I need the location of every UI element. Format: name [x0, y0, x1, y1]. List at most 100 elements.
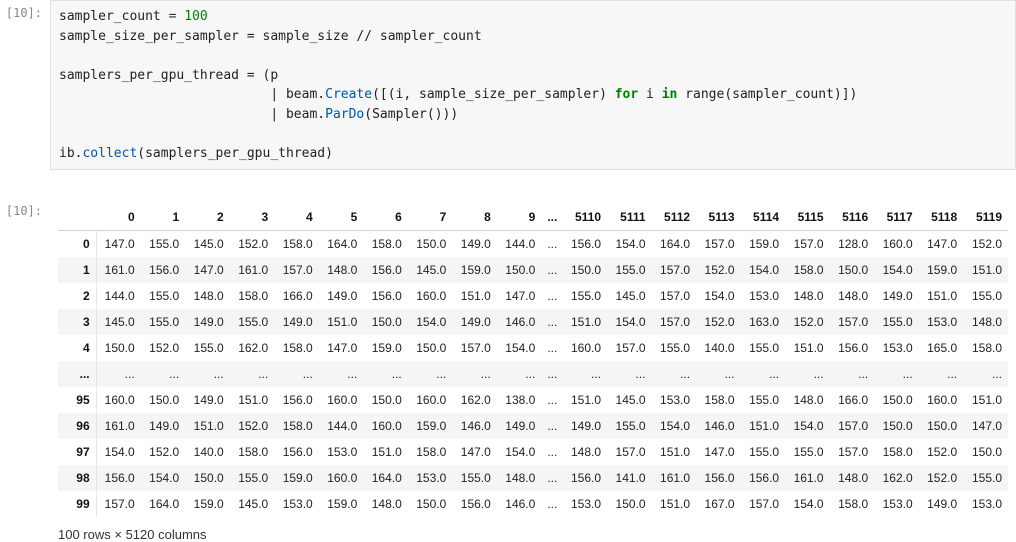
row-index: 2: [58, 283, 96, 309]
cell-value: 155.0: [741, 335, 786, 361]
cell-value: 155.0: [963, 465, 1008, 491]
cell-value: 151.0: [452, 283, 497, 309]
cell-value: 155.0: [452, 465, 497, 491]
cell-value: 153.0: [408, 465, 453, 491]
cell-value: 148.0: [830, 283, 875, 309]
cell-value: 160.0: [919, 387, 964, 413]
cell-value: 147.0: [696, 439, 741, 465]
table-row: 2144.0155.0148.0158.0166.0149.0156.0160.…: [58, 283, 1008, 309]
cell-value: 150.0: [563, 257, 608, 283]
cell-value: 150.0: [497, 257, 542, 283]
cell-ellipsis: ...: [696, 361, 741, 387]
cell-value: 159.0: [408, 413, 453, 439]
cell-value: 151.0: [741, 413, 786, 439]
cell-value: 158.0: [363, 231, 408, 258]
cell-value: 163.0: [741, 309, 786, 335]
cell-value: 157.0: [652, 257, 697, 283]
col-header: 5115: [785, 204, 830, 231]
cell-ellipsis: ...: [408, 361, 453, 387]
cell-value: 159.0: [452, 257, 497, 283]
cell-value: 152.0: [785, 309, 830, 335]
cell-value: 159.0: [319, 491, 364, 517]
cell-value: 157.0: [607, 439, 652, 465]
cell-value: 160.0: [363, 413, 408, 439]
table-row: 96161.0149.0151.0152.0158.0144.0160.0159…: [58, 413, 1008, 439]
cell-value: 157.0: [830, 413, 875, 439]
cell-value: 151.0: [363, 439, 408, 465]
col-header: 5118: [919, 204, 964, 231]
cell-value: 160.0: [319, 465, 364, 491]
dataframe-output: 0123456789...511051115112511351145115511…: [50, 198, 1016, 542]
table-row: 4150.0152.0155.0162.0158.0147.0159.0150.…: [58, 335, 1008, 361]
table-row: 97154.0152.0140.0158.0156.0153.0151.0158…: [58, 439, 1008, 465]
cell-ellipsis: ...: [363, 361, 408, 387]
cell-value: 152.0: [919, 465, 964, 491]
cell-value: 150.0: [363, 309, 408, 335]
cell-value: 149.0: [874, 283, 919, 309]
table-row: ........................................…: [58, 361, 1008, 387]
cell-value: 156.0: [274, 439, 319, 465]
cell-value: 153.0: [963, 491, 1008, 517]
cell-ellipsis: ...: [541, 439, 562, 465]
cell-value: 158.0: [230, 283, 275, 309]
cell-value: 156.0: [363, 257, 408, 283]
cell-value: 155.0: [741, 439, 786, 465]
cell-value: 140.0: [185, 439, 230, 465]
cell-value: 156.0: [274, 387, 319, 413]
cell-value: 151.0: [563, 387, 608, 413]
cell-value: 158.0: [274, 231, 319, 258]
cell-value: 150.0: [963, 439, 1008, 465]
col-header: 2: [185, 204, 230, 231]
cell-value: 150.0: [830, 257, 875, 283]
cell-ellipsis: ...: [274, 361, 319, 387]
code-input[interactable]: sampler_count = 100 sample_size_per_samp…: [50, 0, 1016, 170]
cell-value: 159.0: [274, 465, 319, 491]
cell-value: 155.0: [141, 309, 186, 335]
table-head: 0123456789...511051115112511351145115511…: [58, 204, 1008, 231]
cell-value: 158.0: [274, 335, 319, 361]
cell-value: 149.0: [452, 231, 497, 258]
cell-value: 148.0: [497, 465, 542, 491]
cell-value: 160.0: [96, 387, 141, 413]
cell-value: 162.0: [874, 465, 919, 491]
input-prompt: [10]:: [0, 0, 50, 20]
cell-value: 140.0: [696, 335, 741, 361]
cell-value: 158.0: [874, 439, 919, 465]
cell-value: 148.0: [785, 283, 830, 309]
col-header: 5117: [874, 204, 919, 231]
cell-value: 150.0: [141, 387, 186, 413]
cell-value: 128.0: [830, 231, 875, 258]
row-index: 98: [58, 465, 96, 491]
cell-value: 147.0: [185, 257, 230, 283]
cell-value: 157.0: [607, 335, 652, 361]
cell-value: 154.0: [696, 283, 741, 309]
cell-value: 144.0: [497, 231, 542, 258]
cell-value: 145.0: [230, 491, 275, 517]
col-header: 8: [452, 204, 497, 231]
cell-value: 150.0: [408, 231, 453, 258]
table-row: 99157.0164.0159.0145.0153.0159.0148.0150…: [58, 491, 1008, 517]
cell-value: 155.0: [563, 283, 608, 309]
cell-value: 151.0: [963, 257, 1008, 283]
cell-value: 156.0: [830, 335, 875, 361]
cell-value: 153.0: [319, 439, 364, 465]
cell-value: 148.0: [185, 283, 230, 309]
col-header: 4: [274, 204, 319, 231]
cell-value: 154.0: [96, 439, 141, 465]
cell-value: 157.0: [96, 491, 141, 517]
cell-value: 146.0: [497, 309, 542, 335]
cell-value: 150.0: [408, 491, 453, 517]
cell-value: 147.0: [497, 283, 542, 309]
cell-value: 145.0: [408, 257, 453, 283]
cell-value: 162.0: [452, 387, 497, 413]
col-header: 5119: [963, 204, 1008, 231]
cell-value: 150.0: [874, 413, 919, 439]
cell-value: 150.0: [919, 413, 964, 439]
cell-value: 155.0: [230, 465, 275, 491]
cell-value: 155.0: [141, 231, 186, 258]
col-header: 5112: [652, 204, 697, 231]
cell-ellipsis: ...: [319, 361, 364, 387]
row-index: 3: [58, 309, 96, 335]
table-row: 3145.0155.0149.0155.0149.0151.0150.0154.…: [58, 309, 1008, 335]
col-ellipsis: ...: [541, 204, 562, 231]
